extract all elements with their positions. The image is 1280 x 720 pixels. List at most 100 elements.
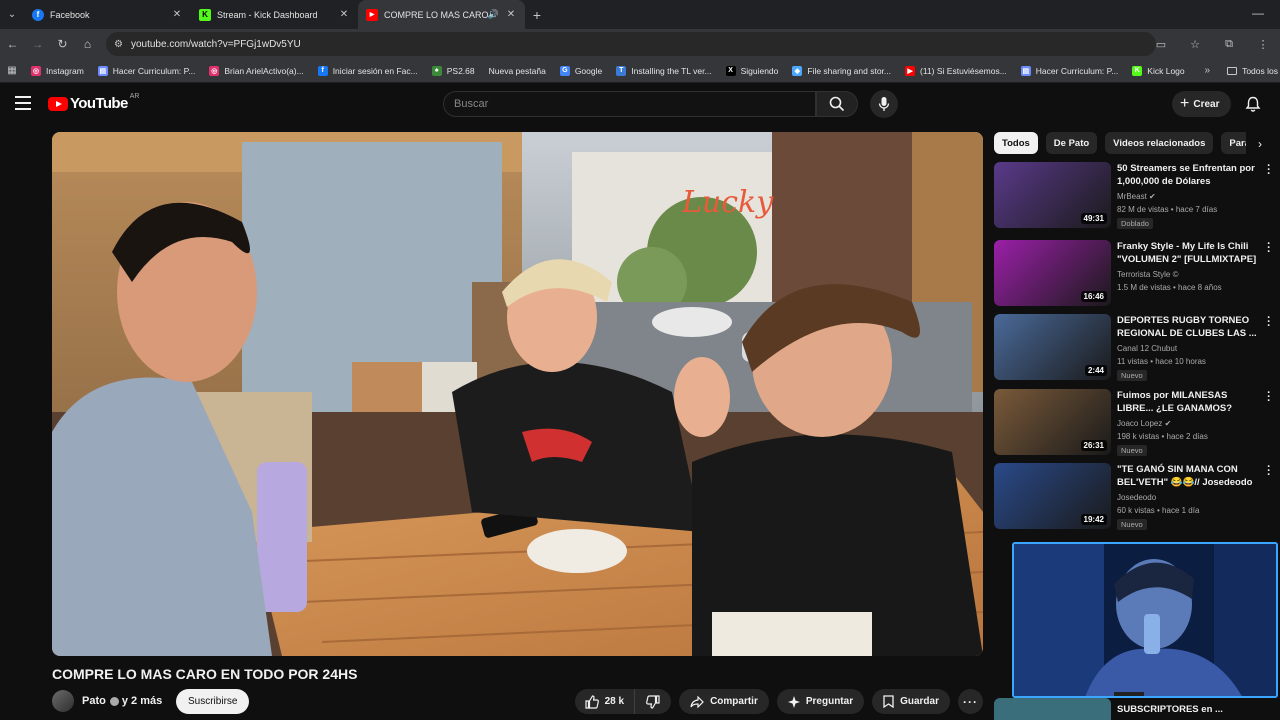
avatar[interactable] [52, 690, 74, 712]
bookmark-item[interactable]: G Google [553, 65, 609, 76]
video-player[interactable]: Lucky [52, 132, 983, 656]
bookmark-item[interactable]: ♠ PS2.68 [425, 65, 482, 76]
all-bookmarks-folder[interactable]: Todos los [1227, 66, 1278, 76]
bookmark-item[interactable]: ▶ (11) Si Estuviésemos... [898, 65, 1014, 76]
bookmark-item[interactable]: T Installing the TL ver... [609, 65, 718, 76]
recommendation-title[interactable]: Fuimos por MILANESAS LIBRE... ¿LE GANAMO… [1117, 389, 1257, 415]
search-button[interactable] [816, 91, 858, 117]
partial-recommendation[interactable]: SUBSCRIPTORES en ... [994, 698, 1280, 720]
recommendation-title[interactable]: DEPORTES RUGBY TORNEO REGIONAL DE CLUBES… [1117, 314, 1257, 340]
bookmark-favicon-icon: ▤ [1020, 65, 1031, 76]
recommendation-meta: 198 k vistas • hace 2 días [1117, 432, 1208, 441]
more-options-icon[interactable]: · · · [1266, 239, 1272, 258]
tab-search-icon[interactable]: ⌄ [0, 0, 24, 29]
share-button[interactable]: Compartir [679, 689, 769, 714]
bookmark-favicon-icon: ▶ [905, 65, 916, 76]
bookmark-favicon-icon: ◎ [31, 65, 41, 76]
close-tab-icon[interactable]: ✕ [505, 9, 517, 20]
recommendation-title[interactable]: Franky Style - My Life Is Chili "VOLUMEN… [1117, 240, 1257, 266]
bookmark-item[interactable]: ◎ Brian ArielActivo(a)... [202, 65, 310, 76]
bookmark-item[interactable]: f Iniciar sesión en Fac... [311, 65, 425, 76]
recommendation-title[interactable]: "TE GANÓ SIN MANA CON BEL'VETH" 😂😂// Jos… [1117, 463, 1257, 489]
bookmark-item[interactable]: Nueva pestaña [482, 66, 553, 76]
recommendation-item[interactable]: 19:42 "TE GANÓ SIN MANA CON BEL'VETH" 😂😂/… [994, 462, 1280, 533]
recommendation-channel[interactable]: MrBeast ✔ [1117, 192, 1156, 201]
channel-name[interactable]: Pato y 2 más [82, 695, 162, 707]
recommendation-item[interactable]: 16:46 Franky Style - My Life Is Chili "VO… [994, 239, 1280, 310]
bookmark-item[interactable]: ◎ Instagram [24, 65, 91, 76]
bookmark-favicon-icon: f [317, 65, 328, 76]
recommendation-channel[interactable]: Josedeodo [1117, 493, 1156, 502]
recommendation-item[interactable]: 2:44 DEPORTES RUGBY TORNEO REGIONAL DE CL… [994, 313, 1280, 384]
thumbnail[interactable]: 26:31 [994, 389, 1111, 455]
close-tab-icon[interactable]: ✕ [171, 9, 183, 20]
apps-grid-icon[interactable]: ▦ [0, 65, 24, 76]
status-badge: Doblado [1117, 218, 1153, 229]
create-button[interactable]: + Crear [1172, 91, 1232, 117]
recommendation-title[interactable]: 50 Streamers se Enfrentan por 1,000,000 … [1117, 162, 1257, 188]
chip-de-pato[interactable]: De Pato [1045, 132, 1098, 154]
dislike-button[interactable] [635, 689, 671, 714]
forward-icon[interactable]: → [25, 37, 50, 51]
notifications-bell-icon[interactable] [1243, 94, 1263, 114]
like-button[interactable]: 28 k [575, 689, 636, 714]
subscribe-button[interactable]: Suscribirse [176, 689, 250, 714]
minimize-window-icon[interactable]: — [1252, 6, 1264, 20]
more-actions-icon[interactable]: ··· [958, 689, 983, 714]
bookmark-item[interactable]: ▤ Hacer Curriculum: P... [91, 65, 203, 76]
folder-icon [1227, 66, 1238, 75]
url-bar[interactable]: ⚙ youtube.com/watch?v=PFGj1wDv5YU [106, 32, 1156, 56]
bookmark-label: Brian ArielActivo(a)... [224, 65, 304, 76]
home-icon[interactable]: ⌂ [75, 37, 100, 51]
facebook-icon: f [32, 8, 44, 21]
thumbnail[interactable]: 19:42 [994, 463, 1111, 529]
youtube-logo[interactable]: YouTube AR [48, 93, 139, 112]
bookmark-star-icon[interactable]: ☆ [1178, 38, 1212, 51]
thumbnail[interactable]: 16:46 [994, 240, 1111, 306]
site-info-icon[interactable]: ⚙ [114, 39, 123, 50]
profile-menu-icon[interactable]: ⋮ [1246, 38, 1280, 51]
close-tab-icon[interactable]: ✕ [338, 9, 350, 20]
recommendation-channel[interactable]: Joaco Lopez ✔ [1117, 419, 1171, 428]
bookmark-label: PS2.68 [446, 65, 475, 76]
bookmark-item[interactable]: ▤ Hacer Curriculum: P... [1014, 65, 1126, 76]
tab-youtube-video[interactable]: ▶ COMPRE LO MAS CARO EN 🔊 ✕ [358, 0, 525, 29]
audio-playing-icon[interactable]: 🔊 [488, 9, 499, 20]
recommendation-item[interactable]: 26:31 Fuimos por MILANESAS LIBRE... ¿LE G… [994, 388, 1280, 459]
chip-todos[interactable]: Todos [994, 132, 1038, 154]
extensions-icon[interactable]: ⧉ [1212, 38, 1246, 51]
menu-icon[interactable] [15, 96, 31, 110]
video-owner-row: Pato y 2 más Suscribirse 28 k Compartir … [52, 688, 983, 716]
more-options-icon[interactable]: · · · [1266, 388, 1272, 407]
thumbnail[interactable]: 2:44 [994, 314, 1111, 380]
new-tab-icon[interactable]: + [525, 7, 549, 23]
tab-label: Facebook [50, 9, 90, 20]
bookmark-label: (11) Si Estuviésemos... [920, 65, 1007, 76]
bookmark-favicon-icon: X [725, 65, 736, 76]
recommendation-item[interactable]: 49:31 50 Streamers se Enfrentan por 1,000… [994, 161, 1280, 232]
recommendation-channel[interactable]: Canal 12 Chubut [1117, 344, 1177, 353]
bookmark-item[interactable]: ◆ File sharing and stor... [785, 65, 898, 76]
verified-icon [109, 696, 119, 706]
more-bookmarks-icon[interactable]: » [1204, 65, 1210, 76]
back-icon[interactable]: ← [0, 37, 25, 51]
reload-icon[interactable]: ↻ [50, 37, 75, 51]
tab-facebook[interactable]: f Facebook ✕ [24, 0, 191, 29]
thumbnail[interactable]: 49:31 [994, 162, 1111, 228]
ask-button[interactable]: Preguntar [776, 689, 865, 714]
search-input[interactable]: Buscar [443, 91, 816, 117]
cast-icon[interactable]: ▭ [1144, 38, 1178, 51]
bookmark-item[interactable]: X Siguiendo [719, 65, 786, 76]
create-label: Crear [1193, 98, 1220, 110]
chip-videos-relacionados[interactable]: Videos relacionados [1105, 132, 1214, 154]
bookmark-item[interactable]: K Kick Logo [1125, 65, 1191, 76]
chevron-right-icon[interactable]: › [1246, 132, 1274, 156]
voice-search-button[interactable] [870, 90, 898, 118]
recommendation-channel[interactable]: Terrorista Style © [1117, 270, 1178, 279]
bookmark-favicon-icon: ◆ [792, 65, 803, 76]
save-button[interactable]: Guardar [872, 689, 950, 714]
tab-kick-dashboard[interactable]: K Stream - Kick Dashboard ✕ [191, 0, 358, 29]
more-options-icon[interactable]: · · · [1266, 313, 1272, 332]
more-options-icon[interactable]: · · · [1266, 161, 1272, 180]
more-options-icon[interactable]: · · · [1266, 462, 1272, 481]
